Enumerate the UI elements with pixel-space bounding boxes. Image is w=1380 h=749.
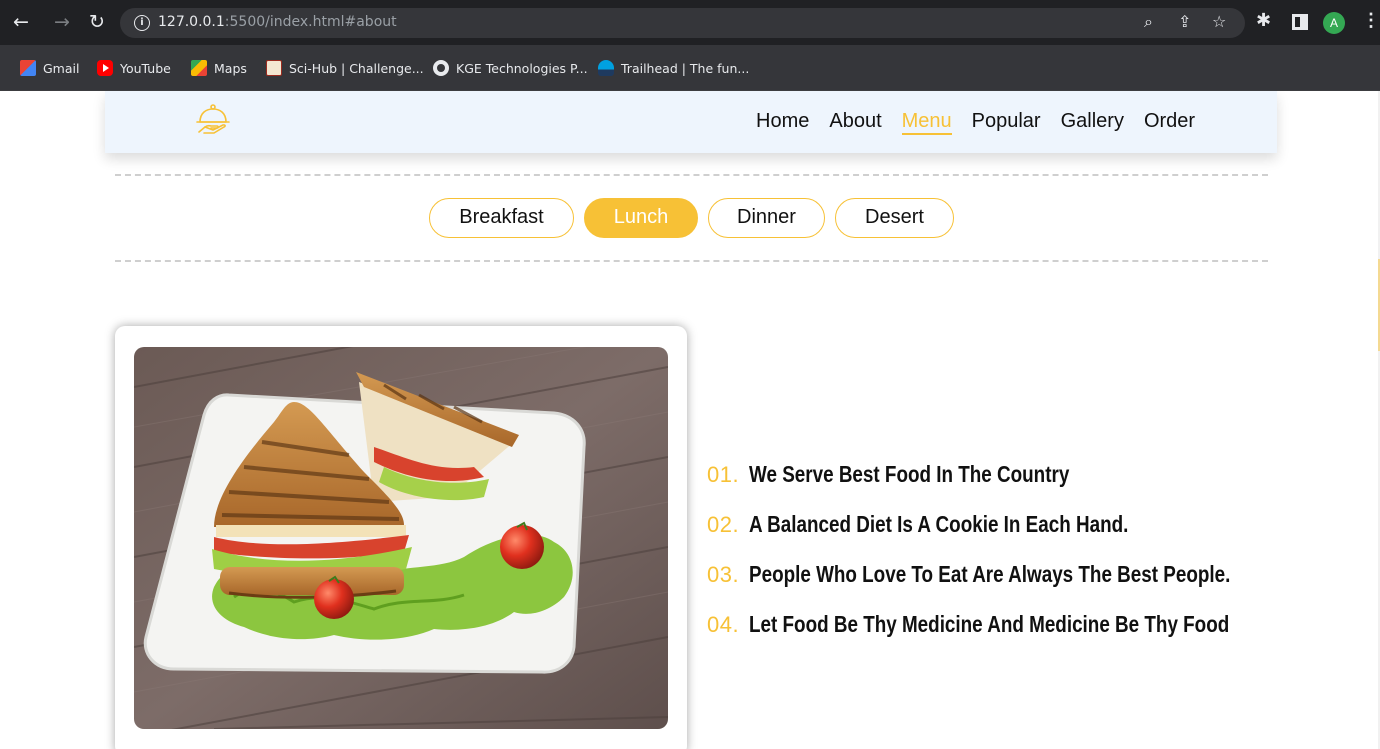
bookmark-label: Gmail xyxy=(43,60,80,76)
tab-breakfast[interactable]: Breakfast xyxy=(429,198,574,238)
menu-tabs: Breakfast Lunch Dinner Desert xyxy=(429,198,964,238)
url-text[interactable]: 127.0.0.1:5500/index.html#about xyxy=(158,14,397,30)
list-item: 03. People Who Love To Eat Are Always Th… xyxy=(707,559,1336,609)
quote-number: 03. xyxy=(707,562,740,587)
youtube-icon xyxy=(97,60,113,76)
tab-lunch[interactable]: Lunch xyxy=(584,198,698,238)
bookmark-trailhead[interactable]: Trailhead | The fun... xyxy=(598,59,749,77)
url-path: :5500/index.html#about xyxy=(224,14,397,30)
browser-toolbar: ← → ↻ i 127.0.0.1:5500/index.html#about … xyxy=(0,0,1380,45)
bookmark-label: Maps xyxy=(214,60,247,76)
site-info-icon[interactable]: i xyxy=(134,15,150,31)
bookmark-label: Sci-Hub | Challenge... xyxy=(289,60,424,76)
side-panel-icon[interactable] xyxy=(1292,14,1308,30)
extensions-puzzle-icon[interactable]: ✱ xyxy=(1256,10,1271,31)
bookmark-scihub[interactable]: Sci-Hub | Challenge... xyxy=(266,59,424,77)
bookmark-gmail[interactable]: Gmail xyxy=(20,59,79,77)
cloche-logo-icon[interactable] xyxy=(193,100,233,140)
quote-text: Let Food Be Thy Medicine And Medicine Be… xyxy=(749,611,1230,637)
dashed-divider xyxy=(115,174,1268,176)
quotes-list: 01. We Serve Best Food In The Country 02… xyxy=(707,459,1336,659)
bookmark-label: KGE Technologies P... xyxy=(456,60,588,76)
bookmark-label: YouTube xyxy=(120,60,171,76)
trailhead-icon xyxy=(598,60,614,76)
browser-menu-icon[interactable]: ⋮ xyxy=(1362,10,1380,31)
scihub-icon xyxy=(266,60,282,76)
bookmark-youtube[interactable]: YouTube xyxy=(97,59,171,77)
reload-icon[interactable]: ↻ xyxy=(84,9,110,35)
url-host: 127.0.0.1 xyxy=(158,14,225,30)
tab-desert[interactable]: Desert xyxy=(835,198,954,238)
sandwich-photo xyxy=(134,347,668,729)
nav-order[interactable]: Order xyxy=(1144,109,1195,135)
quote-number: 01. xyxy=(707,462,740,487)
bookmark-maps[interactable]: Maps xyxy=(191,59,247,77)
food-image-card xyxy=(115,326,687,749)
maps-icon xyxy=(191,60,207,76)
nav-home[interactable]: Home xyxy=(756,109,809,135)
forward-arrow-icon[interactable]: → xyxy=(49,9,75,35)
page-viewport: Home About Menu Popular Gallery Order Br… xyxy=(0,91,1380,749)
share-icon[interactable]: ⇪ xyxy=(1178,12,1191,31)
nav-menu[interactable]: Menu xyxy=(901,109,952,135)
quote-text: People Who Love To Eat Are Always The Be… xyxy=(749,561,1231,587)
quote-text: A Balanced Diet Is A Cookie In Each Hand… xyxy=(749,511,1129,537)
globe-icon xyxy=(433,60,449,76)
gmail-icon xyxy=(20,60,36,76)
profile-avatar[interactable]: A xyxy=(1323,12,1345,34)
address-bar[interactable]: i 127.0.0.1:5500/index.html#about ⌕ ⇪ ☆ xyxy=(120,8,1245,38)
bookmarks-bar: Gmail YouTube Maps Sci-Hub | Challenge..… xyxy=(0,45,1380,91)
list-item: 01. We Serve Best Food In The Country xyxy=(707,459,1336,509)
nav-popular[interactable]: Popular xyxy=(972,109,1041,135)
bookmark-label: Trailhead | The fun... xyxy=(621,60,750,76)
nav-gallery[interactable]: Gallery xyxy=(1061,109,1124,135)
back-arrow-icon[interactable]: ← xyxy=(8,9,34,35)
site-header: Home About Menu Popular Gallery Order xyxy=(105,91,1277,153)
zoom-icon[interactable]: ⌕ xyxy=(1144,12,1153,32)
bookmark-star-icon[interactable]: ☆ xyxy=(1212,12,1226,31)
nav-about[interactable]: About xyxy=(829,109,881,135)
bookmark-kge[interactable]: KGE Technologies P... xyxy=(433,59,588,77)
tab-dinner[interactable]: Dinner xyxy=(708,198,825,238)
list-item: 02. A Balanced Diet Is A Cookie In Each … xyxy=(707,509,1336,559)
quote-number: 04. xyxy=(707,612,740,637)
dashed-divider xyxy=(115,260,1268,262)
quote-text: We Serve Best Food In The Country xyxy=(749,461,1070,487)
list-item: 04. Let Food Be Thy Medicine And Medicin… xyxy=(707,609,1336,659)
main-nav: Home About Menu Popular Gallery Order xyxy=(756,109,1215,135)
quote-number: 02. xyxy=(707,512,740,537)
